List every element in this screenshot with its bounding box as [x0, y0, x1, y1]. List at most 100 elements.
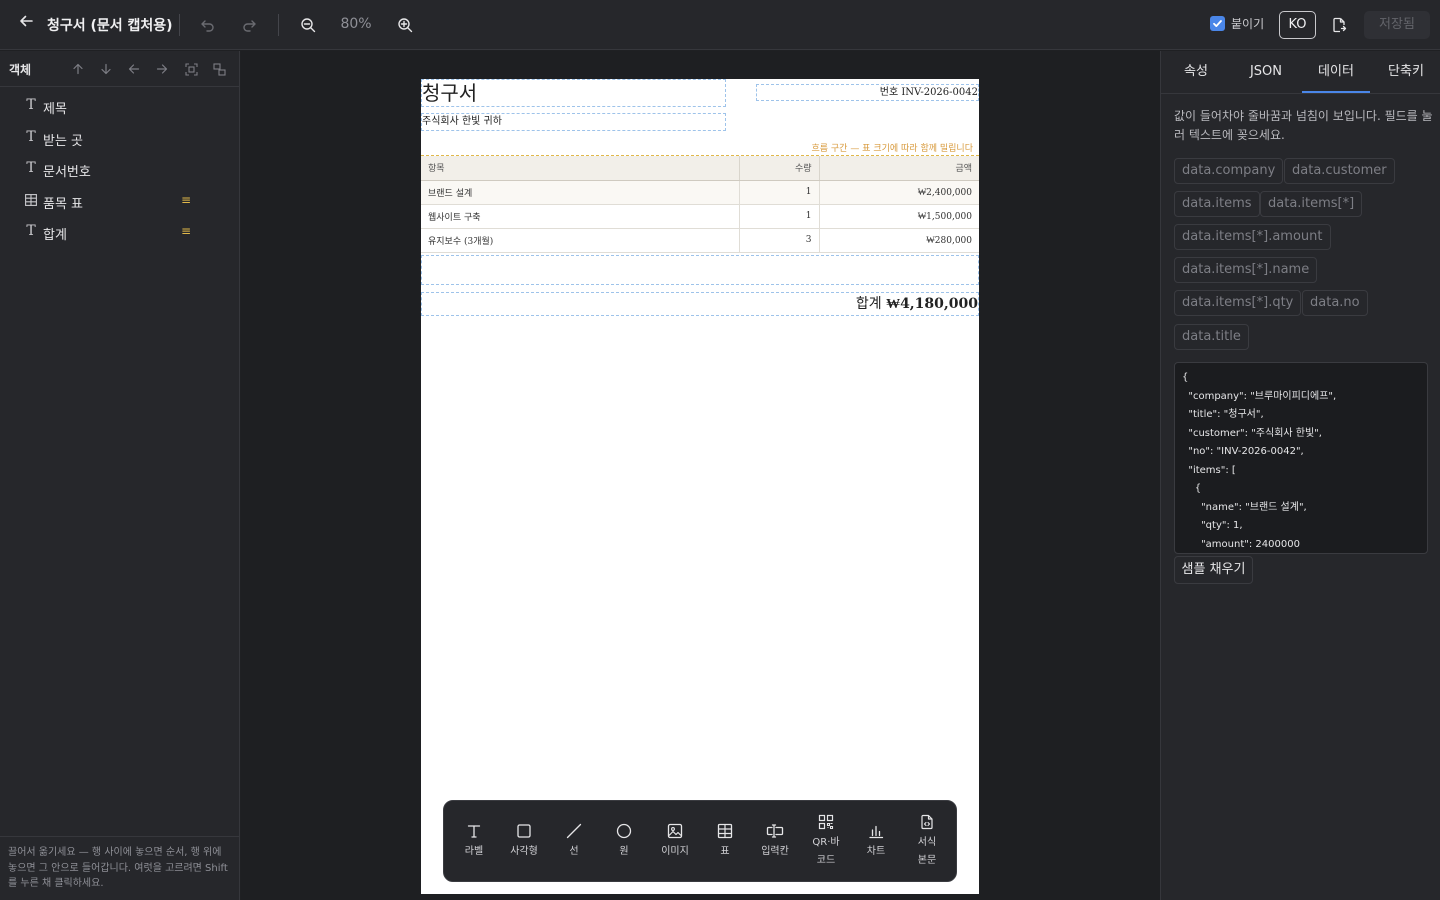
doc-number-field[interactable]: 번호 INV-2026-0042	[756, 84, 979, 101]
tool-image[interactable]: 이미지	[650, 801, 700, 883]
divider	[278, 14, 279, 36]
qr-icon	[816, 812, 836, 832]
undo-icon[interactable]	[196, 13, 220, 37]
tool-qr-barcode[interactable]: QR·바 코드	[801, 801, 851, 883]
table-cell: 웹사이트 구축	[421, 204, 740, 229]
canvas-area[interactable]: 청구서 번호 INV-2026-0042 주식회사 한빛 귀하 흐름 구간 — …	[241, 51, 1160, 900]
indent-icon[interactable]	[154, 61, 170, 77]
move-down-icon[interactable]	[98, 61, 114, 77]
field-chip[interactable]: data.items[*]	[1260, 191, 1363, 217]
sample-data-textarea[interactable]: { "company": "브루마이피디에프", "title": "청구서",…	[1174, 362, 1428, 554]
total-label: 합계	[855, 296, 887, 312]
object-item-recipient[interactable]: T 받는 곳	[0, 123, 239, 155]
paste-label: 붙이기	[1231, 17, 1265, 31]
object-item-title[interactable]: T 제목	[0, 91, 239, 123]
total-field[interactable]: 합계 ₩4,180,000	[421, 292, 979, 316]
tool-label-text: 차트	[866, 846, 886, 857]
group-icon[interactable]	[183, 61, 199, 77]
tool-label-text: QR·바	[812, 837, 840, 848]
input-icon	[765, 821, 785, 841]
object-label: 합계	[43, 228, 67, 243]
back-arrow-icon[interactable]	[14, 12, 38, 36]
objects-panel-title: 객체	[9, 63, 32, 77]
tool-circle[interactable]: 원	[599, 801, 649, 883]
doc-title-field[interactable]: 청구서	[421, 79, 726, 107]
tool-label-text: 코드	[816, 855, 836, 866]
table-row[interactable]: 유지보수 (3개월) 3 ₩280,000	[421, 228, 979, 253]
items-table[interactable]: 항목 수량 금액 브랜드 설계 1 ₩2,400,000 웹사이트 구축 1 ₩…	[421, 155, 979, 253]
text-icon: T	[26, 160, 36, 176]
object-label: 문서번호	[43, 165, 91, 180]
inspector-tabs: 속성 JSON 데이터 단축키	[1161, 51, 1440, 94]
paste-toggle[interactable]: 붙이기	[1210, 15, 1264, 32]
table-cell: ₩280,000	[819, 228, 979, 253]
tool-label-text: 원	[619, 846, 629, 857]
tool-label-text: 라벨	[464, 846, 484, 857]
flow-region-box	[421, 255, 979, 285]
document-page[interactable]: 청구서 번호 INV-2026-0042 주식회사 한빛 귀하 흐름 구간 — …	[421, 79, 979, 894]
ungroup-icon[interactable]	[211, 61, 227, 77]
field-chip[interactable]: data.items[*].qty	[1174, 290, 1302, 316]
table-cell: 3	[739, 228, 820, 253]
fill-sample-button[interactable]: 샘플 채우기	[1174, 556, 1253, 584]
tool-label-text: 이미지	[661, 846, 689, 857]
chart-icon	[866, 821, 886, 841]
checkbox-checked-icon[interactable]	[1210, 16, 1225, 31]
flow-badge-icon: ≡	[181, 224, 192, 238]
field-chip[interactable]: data.title	[1174, 324, 1249, 350]
object-label: 품목 표	[43, 196, 84, 212]
field-chip[interactable]: data.items[*].amount	[1174, 224, 1331, 250]
tab-properties[interactable]: 속성	[1161, 51, 1231, 93]
object-item-doc-number[interactable]: T 문서번호	[0, 154, 239, 186]
tool-label-text: 사각형	[510, 846, 538, 857]
field-chip[interactable]: data.items[*].name	[1174, 257, 1318, 283]
field-chip[interactable]: data.items	[1174, 191, 1260, 217]
tool-label-text: 입력칸	[761, 846, 789, 857]
inspector-panel: 속성 JSON 데이터 단축키 값이 들어차야 줄바꿈과 넘침이 보입니다. 필…	[1160, 51, 1440, 900]
export-document-icon[interactable]	[1327, 13, 1351, 37]
table-row[interactable]: 웹사이트 구축 1 ₩1,500,000	[421, 204, 979, 229]
tool-label-text: 본문	[917, 855, 937, 866]
move-up-icon[interactable]	[70, 61, 86, 77]
object-list: T 제목 T 받는 곳 T 문서번호 품목 표 ≡ T 합계 ≡	[0, 91, 239, 249]
zoom-in-icon[interactable]	[393, 13, 417, 37]
object-label: 제목	[43, 102, 67, 117]
document-title[interactable]: 청구서 (문서 캡처용)	[47, 15, 173, 35]
table-cell: 1	[739, 204, 820, 229]
object-label: 받는 곳	[43, 133, 84, 149]
top-bar: 청구서 (문서 캡처용) 80% 붙이기 KO 저장됨	[0, 0, 1440, 50]
tool-rectangle[interactable]: 사각형	[499, 801, 549, 883]
table-header: 금액	[819, 156, 979, 181]
flow-section-note: 흐름 구간 — 표 크기에 따라 함께 밀립니다	[811, 144, 973, 154]
tool-chart[interactable]: 차트	[851, 801, 901, 883]
save-button[interactable]: 저장됨	[1364, 11, 1430, 39]
table-icon	[24, 192, 38, 208]
zoom-out-icon[interactable]	[296, 13, 320, 37]
text-icon: T	[26, 128, 36, 145]
field-chip[interactable]: data.no	[1302, 290, 1368, 316]
tool-table[interactable]: 표	[700, 801, 750, 883]
table-header: 항목	[421, 156, 740, 181]
tool-label[interactable]: 라벨	[449, 801, 499, 883]
tab-json[interactable]: JSON	[1231, 51, 1301, 93]
table-header: 수량	[739, 156, 820, 181]
language-button[interactable]: KO	[1279, 11, 1316, 39]
redo-icon[interactable]	[237, 13, 261, 37]
field-chip[interactable]: data.customer	[1284, 158, 1395, 184]
tool-template-body[interactable]: 서식 본문	[902, 801, 952, 883]
tool-line[interactable]: 선	[549, 801, 599, 883]
rectangle-icon	[514, 821, 534, 841]
table-row[interactable]: 브랜드 설계 1 ₩2,400,000	[421, 180, 979, 205]
image-icon	[665, 821, 685, 841]
object-item-items-table[interactable]: 품목 표 ≡	[0, 186, 239, 218]
drag-hint: 끌어서 옮기세요 — 행 사이에 놓으면 순서, 행 위에 놓으면 그 안으로 …	[0, 836, 239, 900]
object-item-total[interactable]: T 합계 ≡	[0, 217, 239, 249]
field-chip[interactable]: data.company	[1174, 158, 1284, 184]
tool-input[interactable]: 입력칸	[750, 801, 800, 883]
tool-label-text: 표	[720, 846, 730, 857]
doc-customer-field[interactable]: 주식회사 한빛 귀하	[421, 113, 726, 131]
outdent-icon[interactable]	[126, 61, 142, 77]
total-value: ₩4,180,000	[886, 296, 978, 312]
tab-shortcuts[interactable]: 단축키	[1371, 51, 1440, 93]
tab-data[interactable]: 데이터	[1302, 51, 1370, 93]
